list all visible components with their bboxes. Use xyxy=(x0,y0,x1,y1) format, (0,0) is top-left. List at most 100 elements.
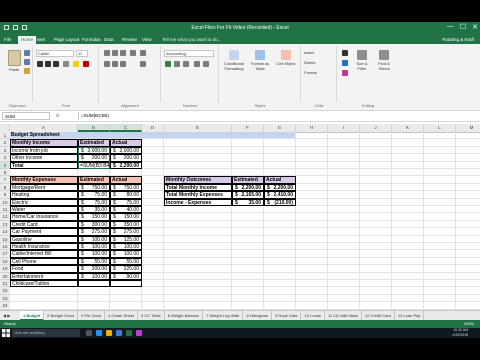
empty-cell[interactable] xyxy=(392,287,424,295)
empty-cell[interactable] xyxy=(164,220,232,229)
empty-cell[interactable] xyxy=(264,220,296,229)
empty-cell[interactable] xyxy=(296,161,328,169)
empty-cell[interactable] xyxy=(328,243,360,251)
empty-cell[interactable] xyxy=(392,257,424,266)
empty-cell[interactable] xyxy=(296,243,328,251)
name-box[interactable]: SUM xyxy=(2,112,50,120)
cut-icon[interactable] xyxy=(24,50,30,56)
empty-cell[interactable] xyxy=(164,265,232,273)
empty-cell[interactable] xyxy=(142,235,164,243)
empty-cell[interactable] xyxy=(456,250,480,258)
row-header-9[interactable]: 9 xyxy=(0,191,10,199)
empty-cell[interactable] xyxy=(328,220,360,229)
maximize-button[interactable]: ☐ xyxy=(460,23,466,31)
empty-cell[interactable] xyxy=(142,176,164,184)
empty-cell[interactable] xyxy=(296,191,328,199)
empty-cell[interactable] xyxy=(296,213,328,221)
empty-cell[interactable] xyxy=(424,257,456,266)
empty-cell[interactable] xyxy=(10,287,78,295)
empty-cell[interactable] xyxy=(164,243,232,251)
expense-header-estimated[interactable]: Estimated xyxy=(78,176,110,184)
expense-estimated[interactable]: $75.00 xyxy=(78,198,110,206)
empty-cell[interactable] xyxy=(142,250,164,258)
empty-cell[interactable] xyxy=(296,220,328,229)
empty-cell[interactable] xyxy=(232,294,264,303)
align-bottom-icon[interactable] xyxy=(120,50,126,56)
empty-cell[interactable] xyxy=(392,169,424,177)
expense-actual[interactable]: $125.00 xyxy=(110,235,142,243)
outcome-estimated[interactable]: $35.00 xyxy=(232,198,264,206)
expense-label[interactable]: Car Payment xyxy=(10,228,78,236)
empty-cell[interactable] xyxy=(232,169,264,177)
zoom-level[interactable]: 100% xyxy=(464,320,474,328)
empty-cell[interactable] xyxy=(392,228,424,236)
empty-cell[interactable] xyxy=(392,302,424,310)
empty-cell[interactable] xyxy=(424,220,456,229)
empty-cell[interactable] xyxy=(360,213,392,221)
font-color-icon[interactable] xyxy=(83,61,89,67)
row-header-3[interactable]: 3 xyxy=(0,146,10,155)
empty-cell[interactable] xyxy=(164,235,232,243)
empty-cell[interactable] xyxy=(232,272,264,280)
empty-cell[interactable] xyxy=(360,287,392,295)
row-header-19[interactable]: 19 xyxy=(0,265,10,273)
format-as-table-button[interactable]: Format as Table xyxy=(248,50,272,71)
empty-cell[interactable] xyxy=(328,176,360,184)
empty-cell[interactable] xyxy=(296,265,328,273)
row-header-12[interactable]: 12 xyxy=(0,213,10,221)
empty-cell[interactable] xyxy=(328,287,360,295)
empty-cell[interactable] xyxy=(264,235,296,243)
empty-cell[interactable] xyxy=(424,191,456,199)
empty-cell[interactable] xyxy=(164,213,232,221)
empty-cell[interactable] xyxy=(456,191,480,199)
empty-cell[interactable] xyxy=(142,206,164,214)
paste-button[interactable]: Paste xyxy=(4,50,24,72)
empty-cell[interactable] xyxy=(164,257,232,266)
empty-cell[interactable] xyxy=(328,161,360,169)
income-actual[interactable]: $200.00 xyxy=(110,154,142,162)
expense-header-label[interactable]: Monthly Expenses xyxy=(10,176,78,184)
empty-cell[interactable] xyxy=(328,183,360,192)
empty-cell[interactable] xyxy=(456,243,480,251)
empty-cell[interactable] xyxy=(392,265,424,273)
empty-cell[interactable] xyxy=(424,302,456,310)
income-header-actual[interactable]: Actual xyxy=(110,139,142,147)
empty-cell[interactable] xyxy=(142,146,164,155)
orientation-icon[interactable] xyxy=(130,50,136,56)
windows-start-icon[interactable] xyxy=(2,329,10,337)
empty-cell[interactable] xyxy=(142,213,164,221)
empty-cell[interactable] xyxy=(360,220,392,229)
empty-cell[interactable] xyxy=(392,176,424,184)
align-left-icon[interactable] xyxy=(104,61,110,67)
empty-cell[interactable] xyxy=(392,243,424,251)
font-name-select[interactable]: Calibri xyxy=(36,50,74,57)
empty-cell[interactable] xyxy=(264,206,296,214)
column-header-g[interactable]: G xyxy=(264,124,296,132)
empty-cell[interactable] xyxy=(264,139,296,147)
outcomes-header-estimated[interactable]: Estimated xyxy=(232,176,264,184)
excel-taskbar-icon[interactable] xyxy=(126,330,132,336)
empty-cell[interactable] xyxy=(142,169,164,177)
empty-cell[interactable] xyxy=(264,169,296,177)
empty-cell[interactable] xyxy=(328,302,360,310)
expense-label[interactable]: Electric xyxy=(10,198,78,206)
empty-cell[interactable] xyxy=(10,169,78,177)
empty-cell[interactable] xyxy=(328,198,360,206)
row-header-15[interactable]: 15 xyxy=(0,235,10,243)
column-header-k[interactable]: K xyxy=(392,124,424,132)
empty-cell[interactable] xyxy=(232,265,264,273)
expense-estimated[interactable]: $150.00 xyxy=(78,213,110,221)
empty-cell[interactable] xyxy=(456,228,480,236)
empty-cell[interactable] xyxy=(424,235,456,243)
empty-cell[interactable] xyxy=(328,280,360,288)
empty-cell[interactable] xyxy=(296,154,328,162)
empty-cell[interactable] xyxy=(142,294,164,303)
empty-cell[interactable] xyxy=(264,265,296,273)
row-header-4[interactable]: 4 xyxy=(0,154,10,162)
empty-cell[interactable] xyxy=(424,287,456,295)
empty-cell[interactable] xyxy=(264,287,296,295)
empty-cell[interactable] xyxy=(456,221,480,229)
empty-cell[interactable] xyxy=(264,243,296,251)
empty-cell[interactable] xyxy=(456,206,480,214)
copy-icon[interactable] xyxy=(24,59,30,65)
